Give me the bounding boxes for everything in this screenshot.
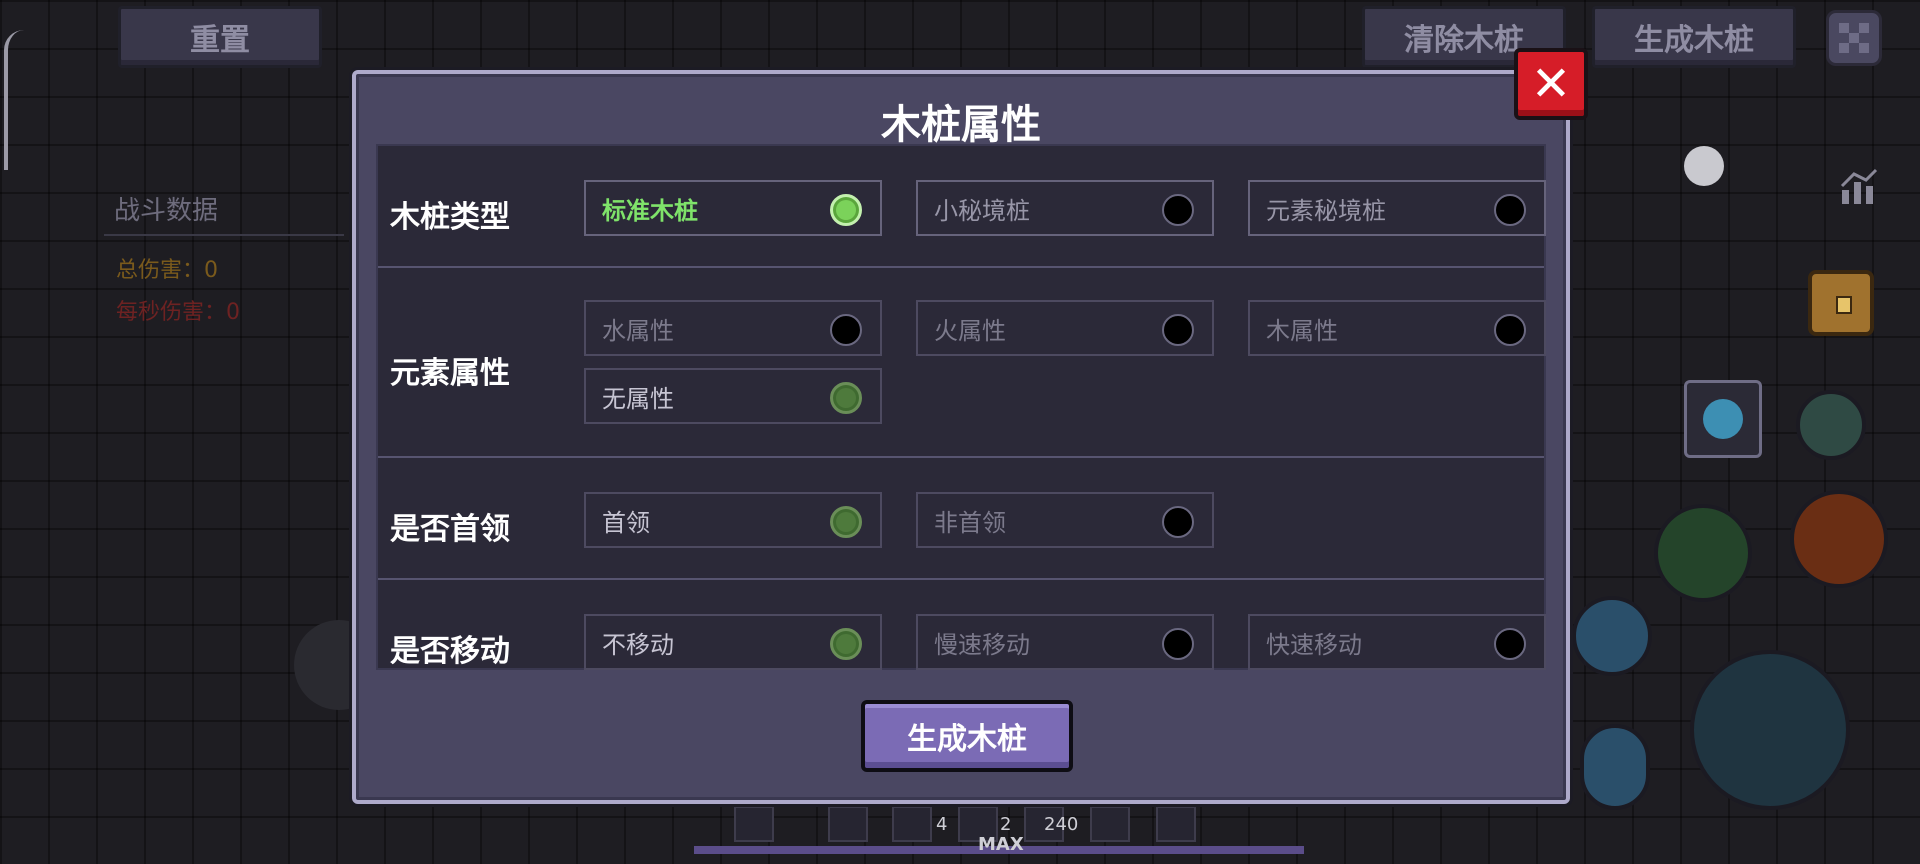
option-element-realm-stump[interactable]: 元素秘境桩 bbox=[1248, 180, 1546, 236]
hotbar-count: 240 bbox=[1044, 814, 1079, 835]
dialog-title: 木桩属性 bbox=[881, 102, 1041, 148]
row-label-moving: 是否移动 bbox=[390, 634, 510, 669]
stump-properties-dialog: 木桩属性 木桩类型 标准木桩 小秘境桩 元素秘境桩 元素属性 水属性 火属性 木… bbox=[352, 70, 1570, 804]
radio-unselected-icon bbox=[1162, 194, 1194, 226]
skill-water-icon[interactable] bbox=[1572, 596, 1652, 676]
option-standard-stump[interactable]: 标准木桩 bbox=[584, 180, 882, 236]
row-divider bbox=[378, 578, 1544, 580]
option-fast-move[interactable]: 快速移动 bbox=[1248, 614, 1546, 670]
radio-selected-icon bbox=[830, 194, 862, 226]
radio-selected-icon bbox=[830, 382, 862, 414]
option-small-realm-stump[interactable]: 小秘境桩 bbox=[916, 180, 1214, 236]
row-divider bbox=[378, 456, 1544, 458]
chest-icon[interactable] bbox=[1808, 270, 1874, 336]
row-label-element: 元素属性 bbox=[390, 356, 510, 391]
battle-stats-divider bbox=[104, 234, 344, 236]
generate-stumps-top-button[interactable]: 生成木桩 bbox=[1592, 6, 1796, 68]
hotbar-count: 2 bbox=[1000, 814, 1012, 835]
option-slow-move[interactable]: 慢速移动 bbox=[916, 614, 1214, 670]
radio-unselected-icon bbox=[1494, 314, 1526, 346]
chart-icon[interactable] bbox=[1838, 166, 1878, 206]
row-label-stump-type: 木桩类型 bbox=[390, 200, 510, 235]
total-damage-text: 总伤害：0 bbox=[116, 258, 218, 283]
menu-icon[interactable] bbox=[1826, 10, 1882, 66]
option-non-boss[interactable]: 非首领 bbox=[916, 492, 1214, 548]
radio-unselected-icon bbox=[1162, 314, 1194, 346]
battle-stats-title: 战斗数据 bbox=[114, 196, 219, 226]
left-edge-arc bbox=[4, 30, 24, 170]
row-label-boss: 是否首领 bbox=[390, 512, 510, 547]
hotbar-slot[interactable] bbox=[892, 806, 932, 842]
hotbar-count: 4 bbox=[936, 814, 948, 835]
option-no-element[interactable]: 无属性 bbox=[584, 368, 882, 424]
skill-water2-icon[interactable] bbox=[1580, 724, 1650, 810]
skill-vine-icon[interactable] bbox=[1654, 504, 1752, 602]
hotbar-slot[interactable] bbox=[1156, 806, 1196, 842]
generate-stump-button[interactable]: 生成木桩 bbox=[861, 700, 1073, 772]
radio-selected-icon bbox=[830, 506, 862, 538]
row-divider bbox=[378, 266, 1544, 268]
options-panel: 木桩类型 标准木桩 小秘境桩 元素秘境桩 元素属性 水属性 火属性 木属性 无属… bbox=[376, 144, 1546, 670]
gem-icon[interactable] bbox=[1684, 380, 1762, 458]
skill-wind-icon[interactable] bbox=[1796, 390, 1866, 460]
hotbar-slot[interactable] bbox=[828, 806, 868, 842]
close-icon[interactable]: ✕ bbox=[1514, 48, 1588, 120]
indicator-dot bbox=[1684, 146, 1724, 186]
attack-button[interactable] bbox=[1690, 650, 1850, 810]
option-fire[interactable]: 火属性 bbox=[916, 300, 1214, 356]
radio-unselected-icon bbox=[1494, 194, 1526, 226]
energy-max-label: MAX bbox=[978, 834, 1024, 855]
radio-unselected-icon bbox=[1162, 506, 1194, 538]
option-no-move[interactable]: 不移动 bbox=[584, 614, 882, 670]
radio-selected-icon bbox=[830, 628, 862, 660]
radio-unselected-icon bbox=[1162, 628, 1194, 660]
hotbar-slot[interactable] bbox=[1090, 806, 1130, 842]
option-wood[interactable]: 木属性 bbox=[1248, 300, 1546, 356]
reset-button[interactable]: 重置 bbox=[118, 6, 322, 68]
option-water[interactable]: 水属性 bbox=[584, 300, 882, 356]
radio-unselected-icon bbox=[1494, 628, 1526, 660]
option-boss[interactable]: 首领 bbox=[584, 492, 882, 548]
skill-fire-icon[interactable] bbox=[1790, 490, 1888, 588]
hotbar-slot[interactable] bbox=[734, 806, 774, 842]
radio-unselected-icon bbox=[830, 314, 862, 346]
dps-text: 每秒伤害：0 bbox=[116, 300, 240, 325]
